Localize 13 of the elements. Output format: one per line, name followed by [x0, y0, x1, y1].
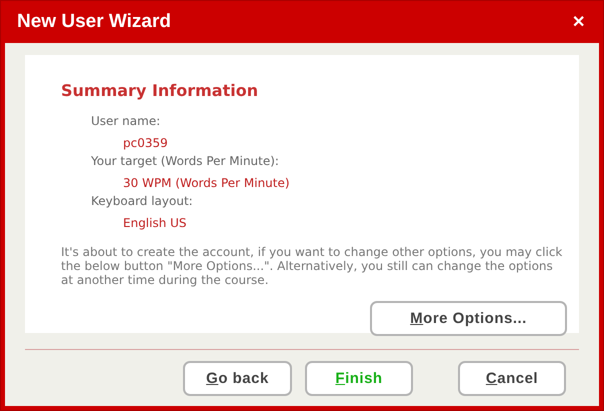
field-label: Keyboard layout: [91, 194, 194, 209]
field-value: English US [123, 216, 188, 231]
field-label: Your target (Words Per Minute): [91, 154, 280, 169]
field-value: 30 WPM (Words Per Minute) [123, 176, 291, 191]
dialog-button[interactable]: Cancel [458, 361, 566, 396]
close-button[interactable]: ✕ [568, 10, 589, 34]
field-label: User name: [91, 114, 162, 129]
info-paragraph: It's about to create the account, if you want to change other options, you may click the below button "More Options...". Alternatively, you still can change the options at another time during the course. [61, 245, 564, 287]
more-options-button[interactable]: More Options... [370, 301, 567, 336]
window-title: New User Wizard [17, 11, 171, 33]
summary-heading: Summary Information [61, 81, 260, 100]
field-value: pc0359 [123, 136, 169, 151]
dialog-button[interactable]: Go back [183, 361, 292, 396]
